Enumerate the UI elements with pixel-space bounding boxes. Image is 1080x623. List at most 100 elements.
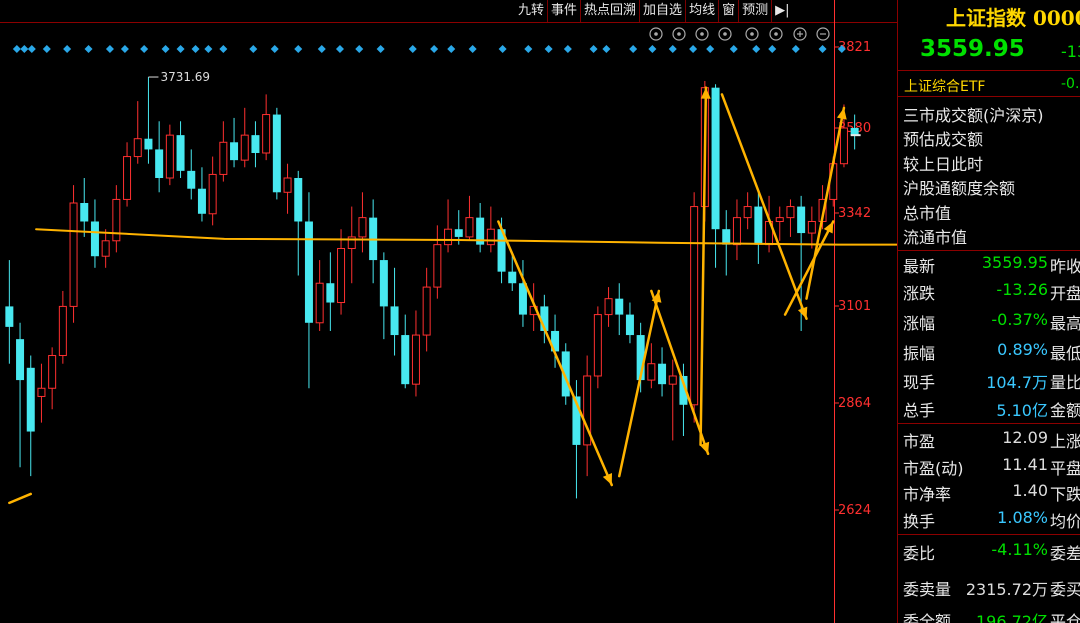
candle-body [37, 387, 46, 397]
candle-body [743, 206, 752, 219]
panel-divider [898, 534, 1080, 535]
candle-body [411, 334, 420, 385]
stat-label-2: 均价 [1050, 512, 1080, 531]
event-marker [176, 45, 185, 53]
candle-body [337, 248, 346, 304]
candlestick-chart[interactable]: 3821358033423101286426243731.69 [0, 0, 897, 623]
candle-body [123, 156, 132, 200]
event-marker [752, 45, 761, 53]
event-marker [791, 45, 800, 53]
collapse-panel-button[interactable]: ▶| [772, 0, 792, 22]
candle-body [80, 203, 89, 222]
add-watchlist-button[interactable]: 加自选 [640, 0, 687, 22]
trend-arrowhead [836, 107, 847, 120]
moving-average-button[interactable]: 均线 [686, 0, 720, 22]
hand-icon[interactable] [745, 27, 759, 41]
candle-body [176, 135, 185, 171]
candle-body [315, 282, 324, 324]
candle-body [358, 217, 367, 238]
candle-body [112, 198, 121, 242]
event-marker [818, 45, 827, 53]
stat-value: 1.08% [997, 508, 1048, 527]
candle-body [240, 134, 249, 161]
info-line: 总市值 [903, 204, 952, 223]
event-marker [468, 45, 477, 53]
stat-row: 市净率 1.40 下跌 [898, 481, 1080, 505]
stat-label-2: 下跌 [1050, 485, 1080, 504]
event-marker [20, 45, 29, 53]
event-marker [376, 45, 385, 53]
zoom-in-icon[interactable] [793, 27, 807, 41]
etf-name[interactable]: 上证综合ETF [904, 76, 985, 96]
stat-label: 市盈(动) [903, 459, 964, 478]
stat-label-2: 上涨 [1050, 432, 1080, 451]
candle-body [230, 142, 239, 161]
candle-body [433, 244, 442, 288]
high-annotation-label: 3731.69 [160, 70, 210, 84]
candle-body [390, 306, 399, 336]
pen-icon[interactable] [672, 27, 686, 41]
event-marker [84, 45, 93, 53]
candle-body [165, 134, 174, 179]
candle-body [807, 220, 816, 234]
settings-icon[interactable] [649, 27, 663, 41]
stat-label-2: 昨收 [1050, 257, 1080, 276]
candle-body [465, 217, 474, 238]
candle-body [647, 363, 656, 381]
candle-body [326, 283, 335, 303]
candle-body [5, 306, 14, 327]
events-button[interactable]: 事件 [548, 0, 582, 22]
candle-body [208, 173, 217, 215]
stat-label-2: 开盘 [1050, 284, 1080, 303]
panel-divider [898, 423, 1080, 424]
stat-label: 换手 [903, 512, 936, 531]
forecast-button[interactable]: 预测 [739, 0, 773, 22]
zoom-out-icon[interactable] [816, 27, 830, 41]
candle-body [219, 141, 228, 175]
stat-label: 振幅 [903, 344, 936, 363]
event-marker [204, 45, 213, 53]
camera-icon[interactable] [718, 27, 732, 41]
stat-value: -4.11% [991, 540, 1048, 559]
info-line: 沪股通额度余额 [903, 179, 1016, 198]
nine-turn-button[interactable]: 九转 [515, 0, 549, 22]
trend-line [8, 492, 32, 505]
event-marker [317, 45, 326, 53]
candle-body [486, 228, 495, 246]
candle-body [187, 170, 196, 189]
stat-value: 2315.72万 [965, 580, 1048, 599]
event-marker [161, 45, 170, 53]
candle-body [133, 138, 142, 158]
candle-body [272, 114, 281, 193]
event-marker [140, 45, 149, 53]
event-marker [12, 45, 21, 53]
stat-value: 11.41 [1002, 455, 1048, 474]
candle-body [658, 363, 667, 385]
stat-label-2: 委差 [1050, 544, 1080, 563]
candle-body [732, 217, 741, 246]
quote-panel: 上证指数 000001 3559.95 -13.26 上证综合ETF -0. 三… [897, 0, 1080, 623]
lightbulb-icon[interactable] [769, 27, 783, 41]
stat-label: 委比 [903, 544, 936, 563]
candle-body [379, 260, 388, 307]
stat-label: 委卖量 [903, 580, 952, 599]
event-marker [668, 45, 677, 53]
price-tick-label: 2624 [838, 503, 871, 518]
stat-label: 涨幅 [903, 314, 936, 333]
window-button[interactable]: 窗 [719, 0, 740, 22]
stat-row: 委卖量 2315.72万 委买 [898, 576, 1080, 600]
event-marker [768, 45, 777, 53]
stat-row: 换手 1.08% 均价 [898, 508, 1080, 532]
hot-replay-button[interactable]: 热点回溯 [581, 0, 641, 22]
candle-body [26, 367, 35, 432]
event-marker [42, 45, 51, 53]
eye-icon[interactable] [695, 27, 709, 41]
event-marker [408, 45, 417, 53]
stat-value: 0.89% [997, 340, 1048, 359]
candle-body [155, 149, 164, 178]
stat-value: 5.10亿 [996, 401, 1048, 420]
stat-value: -0.37% [991, 310, 1048, 329]
stat-label: 委全额 [903, 612, 952, 623]
event-marker [105, 45, 114, 53]
candle-body [197, 188, 206, 214]
